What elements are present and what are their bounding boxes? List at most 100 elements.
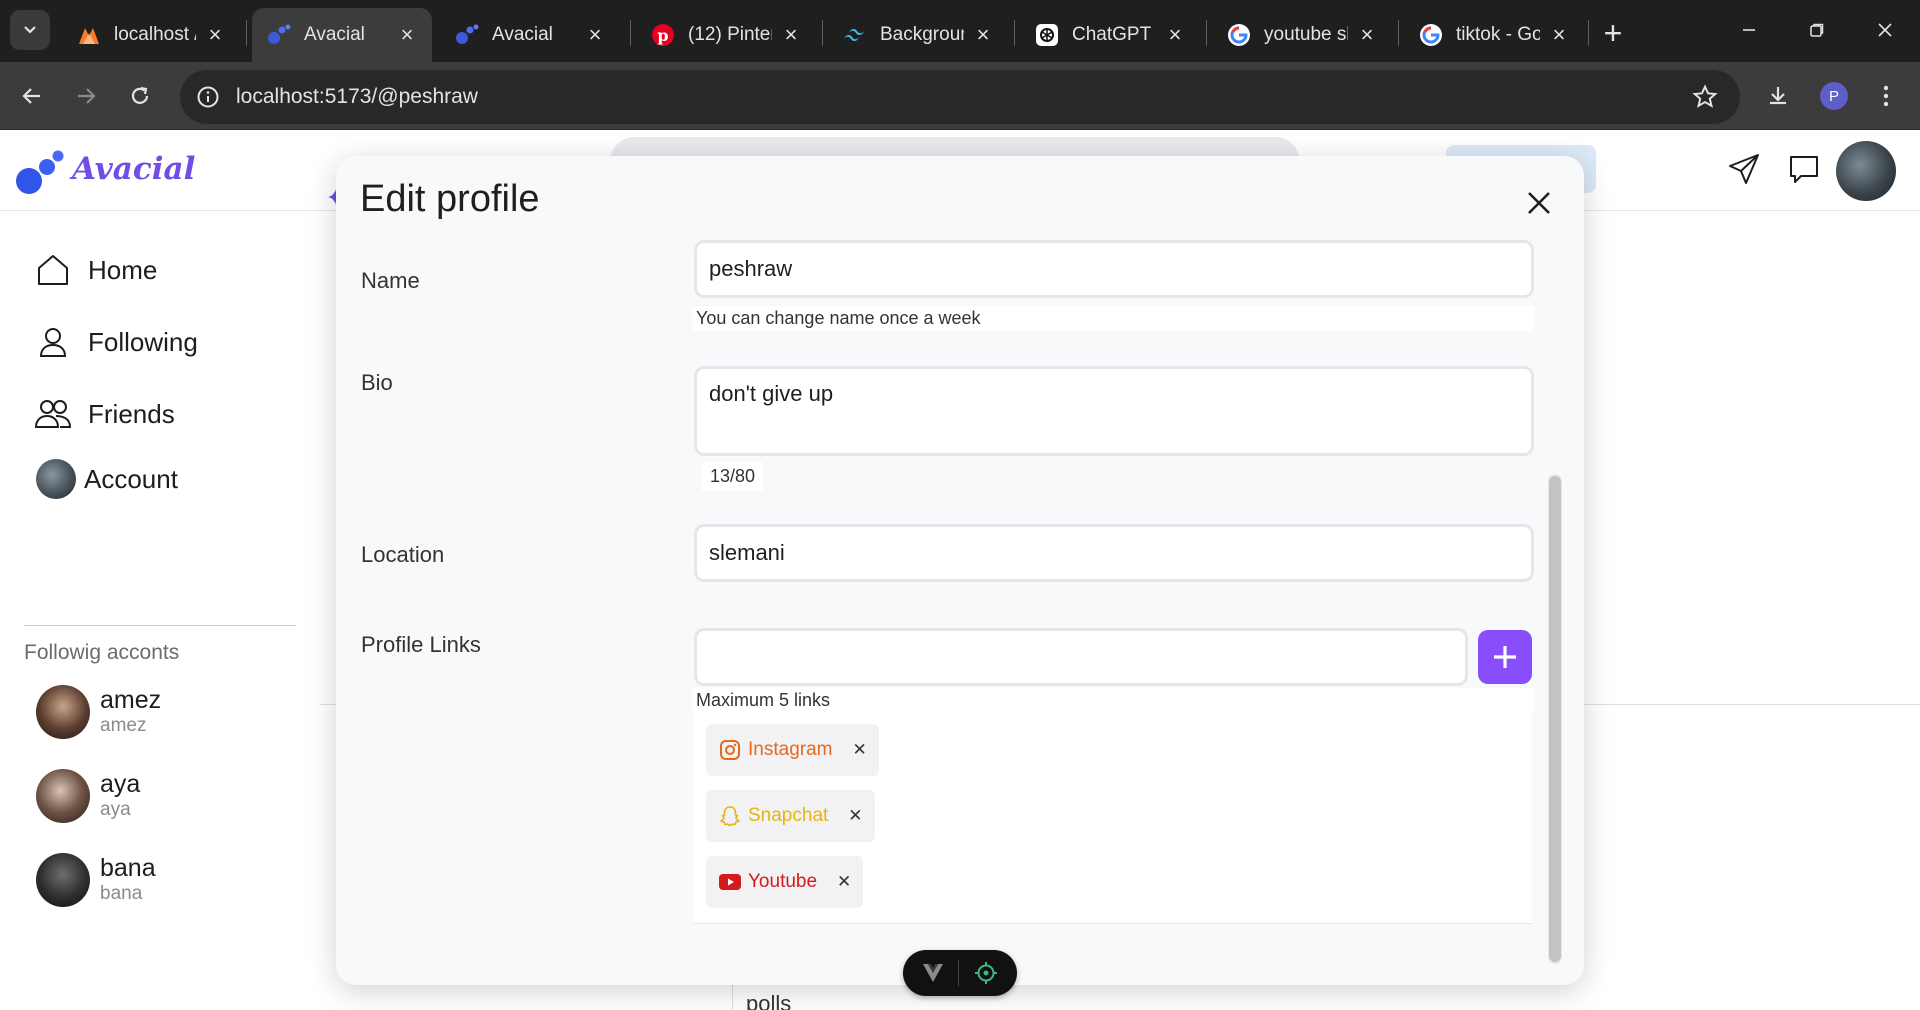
bio-field[interactable]: don't give up [694,366,1534,456]
browser-tab-bar: localhost / × Avacial × Avacial × p (12)… [0,0,1920,62]
avatar [36,769,90,823]
close-icon[interactable]: × [780,22,802,47]
reload-icon [131,86,149,104]
browser-profile-avatar[interactable]: P [1820,82,1848,110]
vue-icon [923,964,944,982]
avatar [36,459,76,499]
following-account[interactable]: aya aya [36,769,140,823]
link-chip-label: Youtube [748,871,818,892]
close-icon[interactable]: × [396,22,418,47]
tab-title: Avacial [304,24,365,45]
back-button[interactable] [12,76,52,116]
account-handle: aya [100,799,131,820]
browser-menu-button[interactable] [1866,76,1906,116]
sidebar-item-home[interactable]: Home [34,251,157,289]
download-icon [1770,87,1786,105]
links-hint: Maximum 5 links [692,688,1534,713]
close-icon[interactable]: × [1164,22,1186,47]
following-account[interactable]: bana bana [36,853,156,907]
avatar[interactable] [1836,141,1896,201]
avacial-icon [266,22,292,48]
tailwind-icon [842,22,868,48]
vue-devtools-toggle[interactable] [903,950,1017,996]
bio-label: Bio [361,370,393,395]
instagram-icon [718,738,742,762]
svg-text:p: p [657,26,668,45]
friends-icon [34,395,72,433]
browser-tab-active[interactable]: Avacial × [252,8,432,62]
forward-button[interactable] [66,76,106,116]
downloads-button[interactable] [1758,76,1798,116]
profile-link-input[interactable] [694,628,1468,686]
new-tab-button[interactable]: + [1594,14,1632,52]
link-chip-youtube[interactable]: Youtube ✕ [706,856,864,908]
brand-name[interactable]: Avacial [72,151,195,187]
close-window-button[interactable] [1860,10,1910,50]
browser-tab[interactable]: ChatGPT × [1020,8,1200,62]
bookmark-star-icon[interactable] [1690,82,1720,112]
xampp-icon [76,22,102,48]
close-icon[interactable]: × [1548,22,1570,47]
modal-scrollbar-thumb[interactable] [1549,476,1561,962]
browser-tab[interactable]: tiktok - Go × [1404,8,1584,62]
sidebar-item-account[interactable]: Account [34,459,178,499]
remove-link-icon[interactable]: ✕ [837,872,851,892]
polls-label: polls [746,991,792,1010]
sidebar: Home Following Friends Account Followig … [0,211,300,1010]
browser-tab[interactable]: Avacial × [440,8,620,62]
profile-links-list: Instagram ✕ Snapchat ✕ Youtube ✕ [694,712,1532,924]
browser-tab[interactable]: localhost / × [62,8,240,62]
close-icon[interactable]: × [584,22,606,47]
avacial-logo[interactable] [14,147,66,199]
avatar [36,853,90,907]
account-name: aya [100,770,141,798]
chatgpt-icon [1034,22,1060,48]
name-hint: You can change name once a week [692,306,1534,331]
home-icon [34,251,72,289]
link-chip-snapchat[interactable]: Snapchat ✕ [706,790,875,842]
browser-tab[interactable]: p (12) Pinter × [636,8,816,62]
modal-title: Edit profile [360,178,540,220]
tab-title: Avacial [492,24,553,45]
tab-title: youtube sl [1264,24,1348,45]
bio-char-count: 13/80 [702,462,764,491]
remove-link-icon[interactable]: ✕ [848,806,862,826]
browser-tab[interactable]: youtube sl × [1212,8,1392,62]
site-info-icon[interactable] [194,83,222,111]
plus-icon [1494,646,1516,668]
close-icon [1878,23,1892,37]
send-icon[interactable] [1724,149,1764,189]
name-label: Name [361,268,420,293]
close-icon[interactable]: × [204,22,226,47]
add-link-button[interactable] [1478,630,1532,684]
sidebar-item-label: Account [84,463,178,494]
close-icon[interactable]: × [1356,22,1378,47]
tab-title: Backgroun [880,24,964,45]
close-icon[interactable]: × [972,22,994,47]
account-handle: bana [100,883,143,904]
sidebar-item-following[interactable]: Following [34,323,198,361]
youtube-icon [718,870,742,894]
chat-icon[interactable] [1784,149,1824,189]
browser-tab[interactable]: Backgroun × [828,8,1008,62]
location-field[interactable]: slemani [694,524,1534,582]
minimize-button[interactable] [1724,10,1774,50]
reload-button[interactable] [120,76,160,116]
sidebar-item-friends[interactable]: Friends [34,395,175,433]
restore-button[interactable] [1792,10,1842,50]
link-chip-label: Snapchat [748,805,829,826]
pinterest-icon: p [650,22,676,48]
sidebar-item-label: Following [88,326,198,357]
minimize-icon [1743,29,1755,31]
remove-link-icon[interactable]: ✕ [852,740,866,760]
close-button[interactable] [1522,186,1556,220]
name-field[interactable]: peshraw [694,240,1534,298]
link-chip-instagram[interactable]: Instagram ✕ [706,724,879,776]
profile-links-label: Profile Links [361,632,481,657]
tab-search-button[interactable] [10,10,50,50]
address-bar[interactable]: localhost:5173/@peshraw [180,70,1740,124]
following-account[interactable]: amez amez [36,685,161,739]
tab-title: tiktok - Go [1456,24,1540,45]
avacial-icon [454,22,480,48]
account-handle: amez [100,715,147,736]
